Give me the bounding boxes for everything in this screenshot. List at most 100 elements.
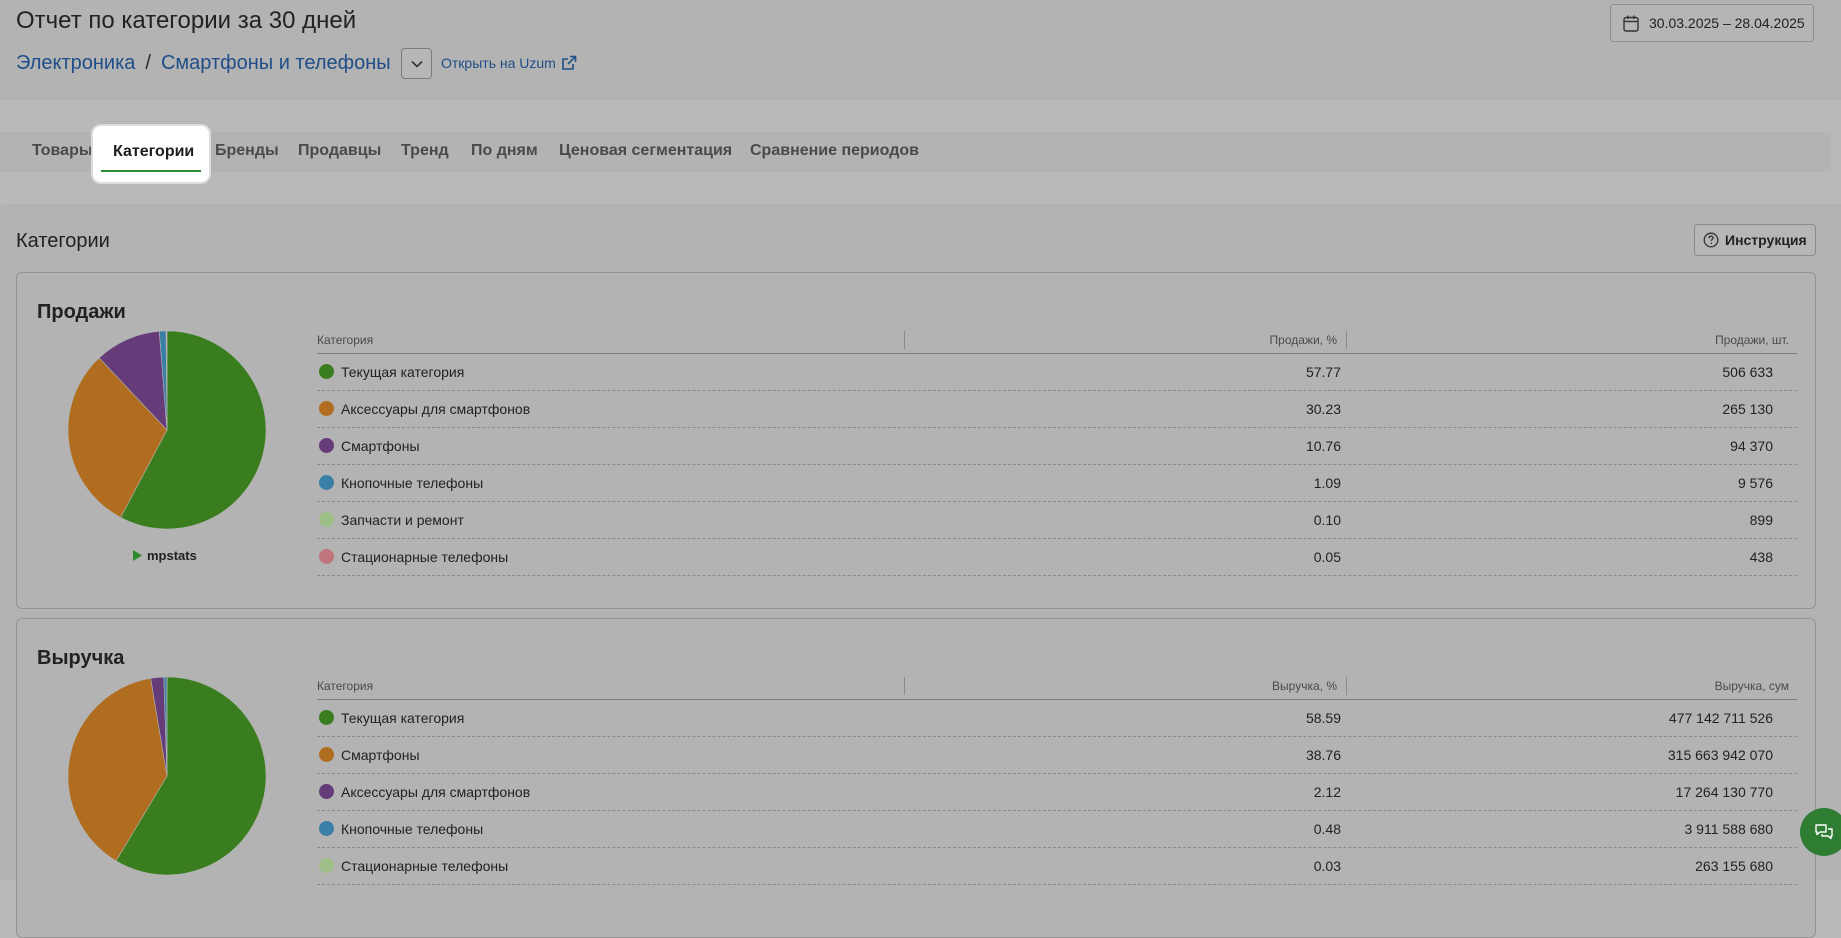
row-value: 438 xyxy=(1750,549,1773,565)
row-category-name: Аксессуары для смартфонов xyxy=(341,784,530,800)
legend-dot xyxy=(319,475,334,490)
row-value: 477 142 711 526 xyxy=(1669,710,1773,726)
legend-dot xyxy=(319,438,334,453)
row-category-name: Смартфоны xyxy=(341,747,420,763)
legend-dot xyxy=(319,858,334,873)
open-on-uzum-label: Открыть на Uzum xyxy=(441,55,556,71)
chat-icon xyxy=(1814,823,1834,841)
row-category-name: Текущая категория xyxy=(341,364,464,380)
revenue-card-title: Выручка xyxy=(37,647,124,670)
legend-dot xyxy=(319,512,334,527)
row-percent: 0.48 xyxy=(1314,821,1341,837)
tab-price-segmentation[interactable]: Ценовая сегментация xyxy=(559,142,732,160)
sales-col-count[interactable]: Продажи, шт. xyxy=(1715,333,1789,347)
tab-sellers[interactable]: Продавцы xyxy=(298,142,381,160)
row-value: 17 264 130 770 xyxy=(1676,784,1773,800)
open-on-uzum-link[interactable]: Открыть на Uzum xyxy=(441,55,577,71)
chat-support-button[interactable] xyxy=(1800,808,1841,856)
brand-name: mpstats xyxy=(147,548,197,563)
legend-dot xyxy=(319,710,334,725)
legend-dot xyxy=(319,364,334,379)
sales-col-category[interactable]: Категория xyxy=(317,333,373,347)
table-row: Кнопочные телефоны 1.09 9 576 xyxy=(317,465,1797,502)
legend-dot xyxy=(319,821,334,836)
row-percent: 0.05 xyxy=(1314,549,1341,565)
row-category-name: Кнопочные телефоны xyxy=(341,475,483,491)
sales-col-percent[interactable]: Продажи, % xyxy=(1270,333,1337,347)
row-category-name: Стационарные телефоны xyxy=(341,858,508,874)
table-row: Стационарные телефоны 0.05 438 xyxy=(317,539,1797,576)
row-category-name: Стационарные телефоны xyxy=(341,549,508,565)
table-row: Кнопочные телефоны0.483 911 588 680 xyxy=(317,811,1797,848)
row-value: 506 633 xyxy=(1722,364,1773,380)
row-percent: 38.76 xyxy=(1306,747,1341,763)
legend-dot xyxy=(319,747,334,762)
column-divider[interactable] xyxy=(904,677,905,695)
row-value: 3 911 588 680 xyxy=(1685,821,1774,837)
tab-trend[interactable]: Тренд xyxy=(401,142,449,160)
table-row: Запчасти и ремонт 0.10 899 xyxy=(317,502,1797,539)
instruction-label: Инструкция xyxy=(1725,232,1807,248)
column-divider[interactable] xyxy=(1346,677,1347,695)
calendar-icon xyxy=(1623,15,1639,32)
row-value: 265 130 xyxy=(1722,401,1773,417)
legend-dot xyxy=(319,401,334,416)
tab-categories-label: Категории xyxy=(113,143,194,161)
revenue-pie-chart xyxy=(67,676,267,876)
tab-by-days[interactable]: По дням xyxy=(471,142,538,160)
help-circle-icon xyxy=(1703,232,1719,248)
tab-categories[interactable]: Категории xyxy=(93,126,209,182)
row-value: 315 663 942 070 xyxy=(1668,747,1773,763)
tab-period-comparison[interactable]: Сравнение периодов xyxy=(750,142,919,160)
instruction-button[interactable]: Инструкция xyxy=(1694,224,1816,256)
table-row: Аксессуары для смартфонов 30.23 265 130 xyxy=(317,391,1797,428)
row-percent: 0.10 xyxy=(1314,512,1341,528)
column-divider[interactable] xyxy=(1346,331,1347,349)
page-header: Отчет по категории за 30 дней 30.03.2025… xyxy=(0,0,1841,100)
row-value: 94 370 xyxy=(1730,438,1773,454)
page-title: Отчет по категории за 30 дней xyxy=(16,7,356,35)
row-percent: 30.23 xyxy=(1306,401,1341,417)
table-row: Текущая категория58.59477 142 711 526 xyxy=(317,700,1797,737)
revenue-col-sum[interactable]: Выручка, сум xyxy=(1715,679,1789,693)
revenue-card: Выручка Категория Выручка, % Выручка, су… xyxy=(16,618,1816,938)
table-row: Текущая категория57.77506 633 xyxy=(317,354,1797,391)
revenue-col-percent[interactable]: Выручка, % xyxy=(1272,679,1337,693)
table-row: Стационарные телефоны0.03263 155 680 xyxy=(317,848,1797,885)
sales-card-title: Продажи xyxy=(37,301,126,324)
table-row: Аксессуары для смартфонов 2.12 17 264 130 … xyxy=(317,774,1797,811)
row-value: 899 xyxy=(1750,512,1773,528)
revenue-table-body: Текущая категория58.59477 142 711 526Сма… xyxy=(317,700,1797,885)
row-category-name: Аксессуары для смартфонов xyxy=(341,401,530,417)
table-row: Смартфоны10.7694 370 xyxy=(317,428,1797,465)
date-range-button[interactable]: 30.03.2025 – 28.04.2025 xyxy=(1610,4,1814,42)
breadcrumb: Электроника / Смартфоны и телефоны xyxy=(16,52,391,75)
revenue-col-category[interactable]: Категория xyxy=(317,679,373,693)
row-value: 9 576 xyxy=(1738,475,1773,491)
row-category-name: Запчасти и ремонт xyxy=(341,512,464,528)
sales-table-header: Категория Продажи, % Продажи, шт. xyxy=(317,333,1797,354)
section-title: Категории xyxy=(16,230,110,253)
active-tab-underline xyxy=(101,170,201,172)
table-row: Смартфоны 38.76 315 663 942 070 xyxy=(317,737,1797,774)
row-percent: 10.76 xyxy=(1306,438,1341,454)
breadcrumb-separator: / xyxy=(145,52,151,75)
row-percent: 1.09 xyxy=(1314,475,1341,491)
breadcrumb-item-smartphones[interactable]: Смартфоны и телефоны xyxy=(161,52,391,75)
sales-table: Категория Продажи, % Продажи, шт. Текуща… xyxy=(317,333,1797,576)
categories-section: Категории Инструкция Продажи mpstats Кат… xyxy=(0,204,1841,880)
revenue-table-header: Категория Выручка, % Выручка, сум xyxy=(317,679,1797,700)
legend-dot xyxy=(319,784,334,799)
category-dropdown-button[interactable] xyxy=(401,48,432,79)
external-link-icon xyxy=(561,55,577,71)
row-percent: 2.12 xyxy=(1314,784,1341,800)
sales-card: Продажи mpstats Категория Продажи, % Про… xyxy=(16,272,1816,609)
mpstats-logo-icon xyxy=(132,549,143,562)
tab-brands[interactable]: Бренды xyxy=(215,142,279,160)
tab-products[interactable]: Товары xyxy=(32,142,93,160)
mpstats-logo: mpstats xyxy=(132,548,197,563)
tabs-bar: Товары Бренды Продавцы Тренд По дням Цен… xyxy=(0,132,1831,172)
chevron-down-icon xyxy=(411,60,423,68)
column-divider[interactable] xyxy=(904,331,905,349)
breadcrumb-item-electronics[interactable]: Электроника xyxy=(16,52,135,75)
